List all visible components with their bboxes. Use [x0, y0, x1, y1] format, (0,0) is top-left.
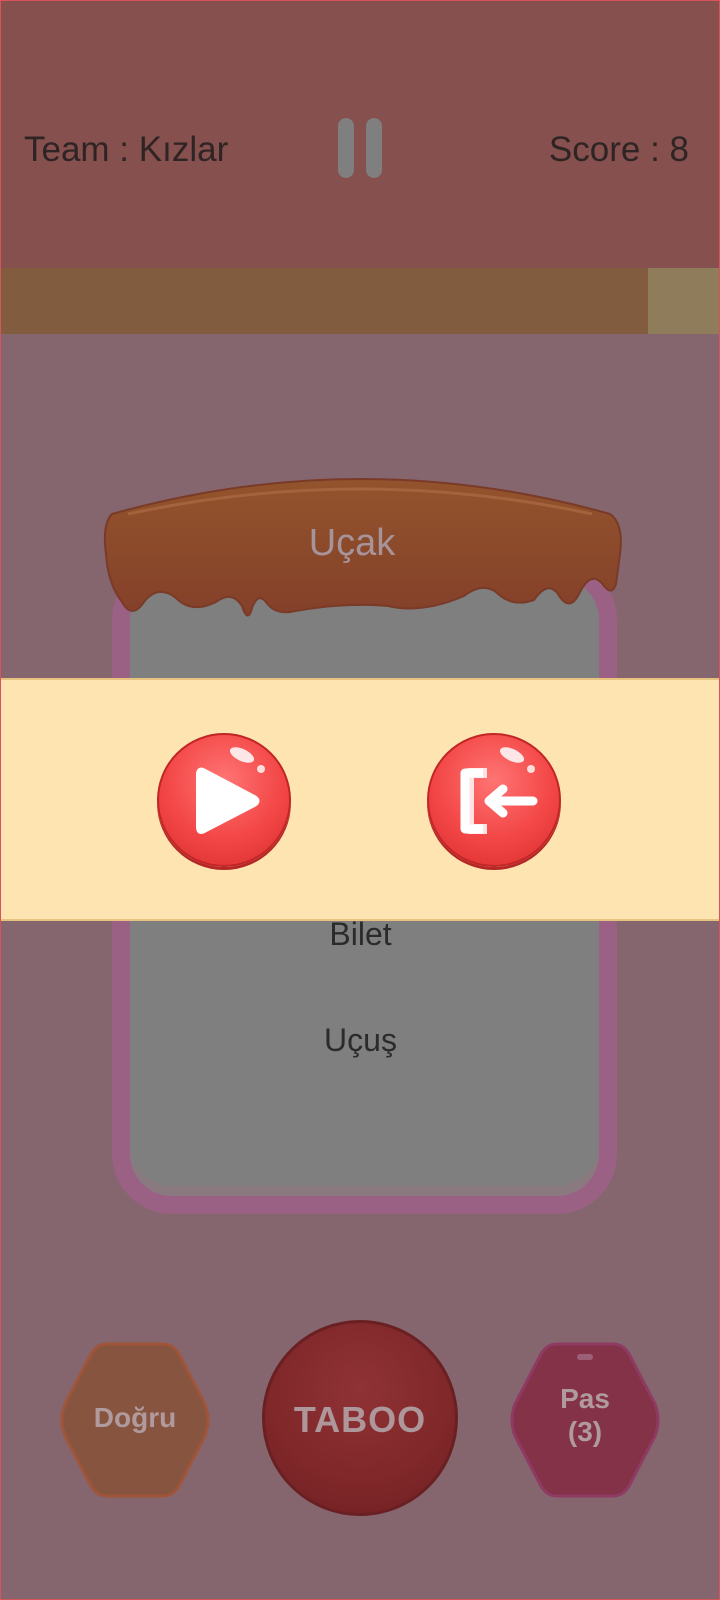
- exit-icon: [460, 768, 538, 834]
- taboo-button[interactable]: TABOO: [262, 1320, 458, 1516]
- exit-button[interactable]: [427, 733, 561, 867]
- correct-button[interactable]: Doğru: [55, 1338, 215, 1502]
- timer-fill: [0, 268, 648, 334]
- taboo-word: Uçuş: [324, 1022, 397, 1058]
- card-title: Uçak: [308, 522, 396, 564]
- taboo-word: Bilet: [329, 916, 392, 952]
- top-bar: Team : Kızlar Score : 8: [0, 0, 720, 268]
- pause-icon: [338, 118, 354, 178]
- play-icon: [196, 767, 260, 834]
- correct-label: Doğru: [93, 1402, 177, 1433]
- pause-button[interactable]: [334, 118, 386, 178]
- timer-bar: [0, 268, 720, 334]
- taboo-label: TABOO: [293, 1399, 427, 1440]
- pass-button[interactable]: Pas (3): [505, 1338, 665, 1502]
- resume-button[interactable]: [157, 733, 291, 867]
- pass-count: (3): [567, 1416, 603, 1447]
- team-label: Team : Kızlar: [24, 130, 229, 169]
- pass-label: Pas (3): [505, 1382, 665, 1448]
- pause-menu-panel: [0, 678, 720, 921]
- pass-text: Pas: [560, 1383, 610, 1414]
- score-label: Score : 8: [548, 130, 689, 169]
